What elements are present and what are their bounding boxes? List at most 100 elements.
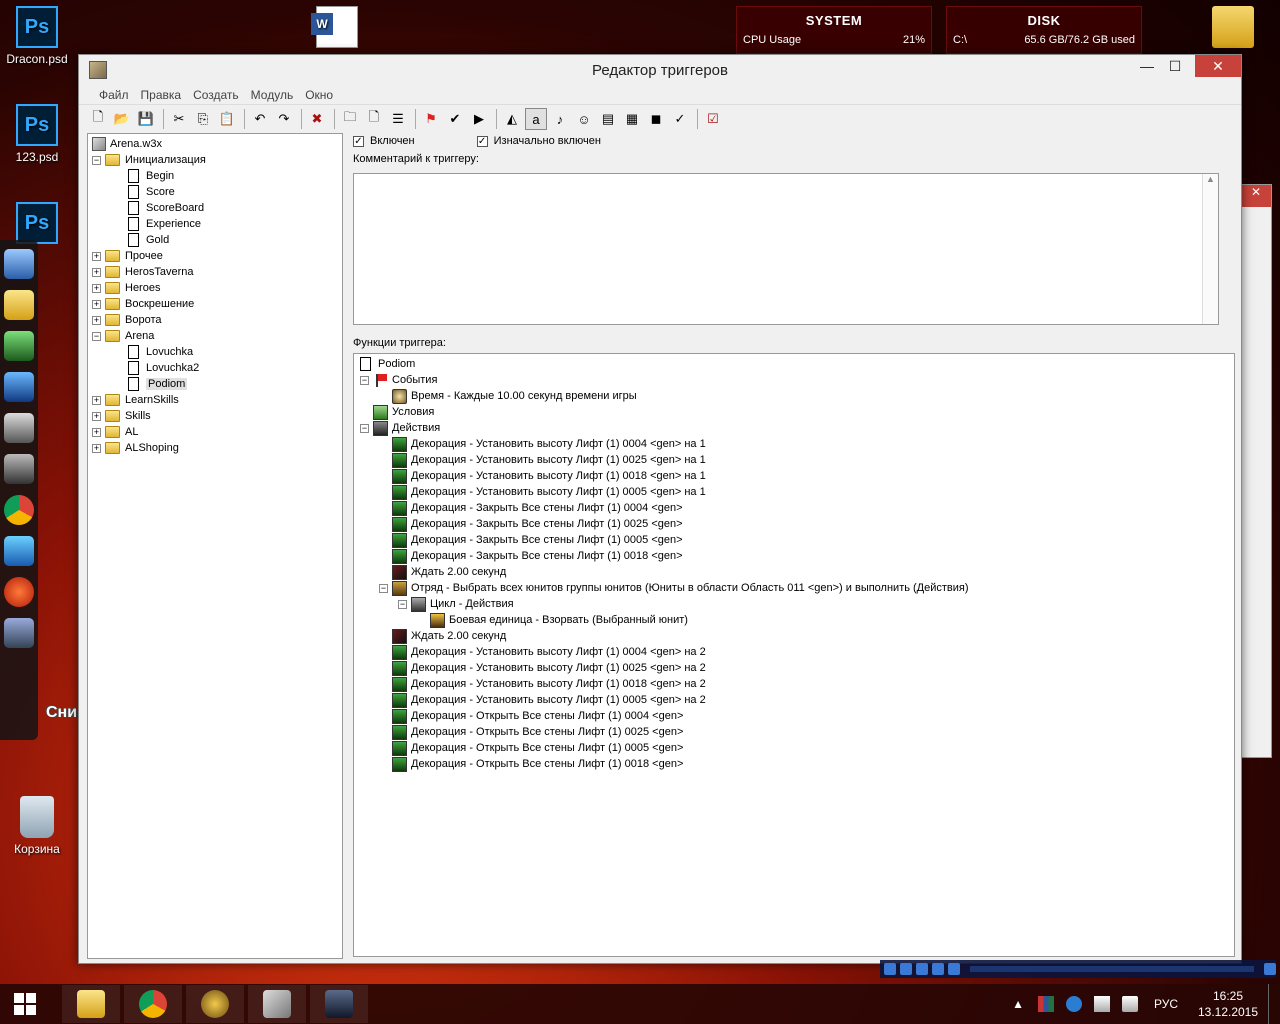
expand-toggle-icon[interactable]: + bbox=[92, 251, 101, 261]
camera-icon[interactable] bbox=[4, 618, 34, 648]
pause-icon[interactable] bbox=[900, 963, 912, 975]
collapse-toggle-icon[interactable]: − bbox=[360, 423, 369, 433]
expand-toggle-icon[interactable]: + bbox=[92, 315, 101, 325]
expand-toggle-icon[interactable]: + bbox=[92, 427, 101, 437]
desktop-icon-folder[interactable] bbox=[1196, 6, 1270, 52]
menu-file[interactable]: Файл bbox=[93, 88, 135, 102]
menu-window[interactable]: Окно bbox=[299, 88, 339, 102]
dollar-icon[interactable] bbox=[4, 413, 34, 443]
desktop-icon-dracon[interactable]: Ps Dracon.psd bbox=[0, 6, 74, 66]
function-row[interactable]: Декорация - Открыть Все стены Лифт (1) 0… bbox=[354, 724, 1234, 740]
network-icon[interactable] bbox=[1093, 996, 1110, 1012]
validate-icon[interactable]: ✓ bbox=[669, 108, 691, 130]
function-row[interactable]: Декорация - Закрыть Все стены Лифт (1) 0… bbox=[354, 500, 1234, 516]
function-row[interactable]: − События bbox=[354, 372, 1234, 388]
expand-toggle-icon[interactable]: + bbox=[92, 283, 101, 293]
scroll-up-icon[interactable]: ▲ bbox=[1203, 174, 1218, 184]
taskbar-app-world-editor[interactable] bbox=[248, 985, 306, 1023]
taskbar-app-explorer[interactable] bbox=[62, 985, 120, 1023]
play-icon[interactable] bbox=[884, 963, 896, 975]
expand-toggle-icon[interactable]: + bbox=[92, 267, 101, 277]
tree-item[interactable]: Begin bbox=[88, 168, 342, 184]
function-row[interactable]: − Действия bbox=[354, 420, 1234, 436]
tree-root[interactable]: Arena.w3x bbox=[88, 136, 342, 152]
function-row[interactable]: Декорация - Закрыть Все стены Лифт (1) 0… bbox=[354, 532, 1234, 548]
import-icon[interactable]: ▦ bbox=[621, 108, 643, 130]
menu-edit[interactable]: Правка bbox=[135, 88, 188, 102]
tree-item[interactable]: Gold bbox=[88, 232, 342, 248]
paste-icon[interactable]: 📋 bbox=[216, 108, 238, 130]
clock[interactable]: 16:25 13.12.2015 bbox=[1188, 988, 1268, 1020]
copy-icon[interactable]: ⎘ bbox=[192, 108, 214, 130]
tree-item[interactable]: − Arena bbox=[88, 328, 342, 344]
maximize-button[interactable]: ☐ bbox=[1161, 55, 1189, 77]
function-row[interactable]: Декорация - Закрыть Все стены Лифт (1) 0… bbox=[354, 548, 1234, 564]
enabled-checkbox[interactable]: ✓ bbox=[353, 135, 364, 147]
ai-icon[interactable]: ☺ bbox=[573, 108, 595, 130]
expand-toggle-icon[interactable]: + bbox=[92, 299, 101, 309]
previous-icon[interactable] bbox=[932, 963, 944, 975]
function-row[interactable]: Декорация - Открыть Все стены Лифт (1) 0… bbox=[354, 740, 1234, 756]
new-icon[interactable]: 🗋 bbox=[87, 108, 109, 130]
function-row[interactable]: Боевая единица - Взорвать (Выбранный юни… bbox=[354, 612, 1234, 628]
function-row[interactable]: Ждать 2.00 секунд bbox=[354, 564, 1234, 580]
comment-scrollbar[interactable]: ▲ bbox=[1202, 174, 1218, 324]
new-category-icon[interactable]: 🗀 bbox=[339, 108, 361, 130]
taskbar-app-warcraft[interactable] bbox=[186, 985, 244, 1023]
function-row[interactable]: Декорация - Установить высоту Лифт (1) 0… bbox=[354, 468, 1234, 484]
test-icon[interactable]: ☑ bbox=[702, 108, 724, 130]
function-row[interactable]: Декорация - Закрыть Все стены Лифт (1) 0… bbox=[354, 516, 1234, 532]
trigger-name-row[interactable]: Podiom bbox=[354, 356, 1234, 372]
minimize-button[interactable]: — bbox=[1133, 55, 1161, 77]
function-row[interactable]: Условия bbox=[354, 404, 1234, 420]
collapse-toggle-icon[interactable]: − bbox=[398, 599, 407, 609]
tree-item[interactable]: + LearnSkills bbox=[88, 392, 342, 408]
tree-item[interactable]: + Skills bbox=[88, 408, 342, 424]
new-comment-icon[interactable]: ☰ bbox=[387, 108, 409, 130]
open-icon[interactable]: 📂 bbox=[111, 108, 133, 130]
taskbar-app-chrome[interactable] bbox=[124, 985, 182, 1023]
menu-module[interactable]: Модуль bbox=[245, 88, 300, 102]
folder-icon[interactable] bbox=[4, 290, 34, 320]
expand-toggle-icon[interactable]: + bbox=[92, 411, 101, 421]
trigger-tree[interactable]: Arena.w3x − Инициализация Begin Score ScoreBo… bbox=[87, 133, 343, 959]
trigger-functions-tree[interactable]: Podiom − События Время - Каждые 10.00 секун… bbox=[353, 353, 1235, 957]
delete-icon[interactable]: ✖ bbox=[306, 108, 328, 130]
function-row[interactable]: − Отряд - Выбрать всех юнитов группы юнит… bbox=[354, 580, 1234, 596]
function-row[interactable]: Ждать 2.00 секунд bbox=[354, 628, 1234, 644]
tree-item[interactable]: + Прочее bbox=[88, 248, 342, 264]
info-icon[interactable] bbox=[1065, 996, 1082, 1012]
office-icon[interactable] bbox=[1037, 996, 1054, 1012]
volume-icon[interactable] bbox=[1121, 996, 1138, 1012]
sound-icon[interactable]: ♪ bbox=[549, 108, 571, 130]
collapse-toggle-icon[interactable]: − bbox=[379, 583, 388, 593]
function-row[interactable]: Декорация - Открыть Все стены Лифт (1) 0… bbox=[354, 708, 1234, 724]
new-trigger-icon[interactable]: 🗋 bbox=[363, 108, 385, 130]
redo-icon[interactable]: ↷ bbox=[273, 108, 295, 130]
expand-toggle-icon[interactable]: + bbox=[92, 395, 101, 405]
function-row[interactable]: Декорация - Установить высоту Лифт (1) 0… bbox=[354, 452, 1234, 468]
function-row[interactable]: Декорация - Установить высоту Лифт (1) 0… bbox=[354, 676, 1234, 692]
tree-item[interactable]: Podiom bbox=[88, 376, 342, 392]
undo-icon[interactable]: ↶ bbox=[249, 108, 271, 130]
next-icon[interactable] bbox=[948, 963, 960, 975]
pane-splitter[interactable] bbox=[343, 133, 351, 959]
desktop-icon-123[interactable]: Ps 123.psd bbox=[0, 104, 74, 164]
desktop-icon-word[interactable] bbox=[300, 6, 374, 52]
flash-icon[interactable] bbox=[4, 577, 34, 607]
tree-item[interactable]: Lovuchka bbox=[88, 344, 342, 360]
tree-item[interactable]: Experience bbox=[88, 216, 342, 232]
media-icon[interactable] bbox=[4, 331, 34, 361]
function-row[interactable]: Декорация - Установить высоту Лифт (1) 0… bbox=[354, 644, 1234, 660]
expand-toggle-icon[interactable]: + bbox=[92, 443, 101, 453]
function-row[interactable]: Декорация - Установить высоту Лифт (1) 0… bbox=[354, 692, 1234, 708]
show-hidden-icons-icon[interactable]: ▲ bbox=[1012, 997, 1024, 1011]
tree-item[interactable]: Lovuchka2 bbox=[88, 360, 342, 376]
taskbar-app-frozen-throne[interactable] bbox=[310, 985, 368, 1023]
music-icon[interactable] bbox=[4, 536, 34, 566]
test-map-icon[interactable]: ◼ bbox=[645, 108, 667, 130]
save-icon[interactable]: 💾 bbox=[135, 108, 157, 130]
background-window[interactable]: ✕ bbox=[1240, 184, 1272, 758]
menu-create[interactable]: Создать bbox=[187, 88, 245, 102]
vegas-icon[interactable] bbox=[4, 454, 34, 484]
